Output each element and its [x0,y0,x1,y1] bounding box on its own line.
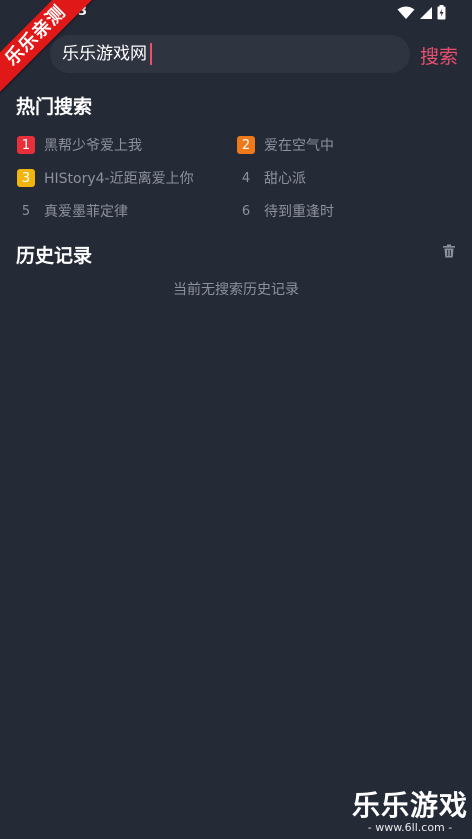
hot-search-item[interactable]: 2 爱在空气中 [237,134,334,156]
hot-search-text: 待到重逢时 [264,204,334,220]
watermark: 乐乐游戏 - www.6ll.com - [352,791,468,835]
wifi-icon [397,6,415,19]
watermark-url: - www.6ll.com - [367,821,453,834]
hot-search-text: 黑帮少爷爱上我 [44,138,142,154]
history-title: 历史记录 [16,245,93,267]
ribbon-label: 乐乐亲测 [0,0,103,103]
rank-number: 6 [241,203,251,219]
hot-search-text: 爱在空气中 [264,138,334,154]
empty-history-message: 当前无搜索历史记录 [173,282,299,298]
rank-number: 5 [21,203,31,219]
battery-icon [437,5,446,20]
hot-search-item[interactable]: 6 待到重逢时 [237,200,334,222]
hot-search-item[interactable]: 1 黑帮少爷爱上我 [17,134,142,156]
rank-number: 4 [241,170,251,186]
hot-search-text: 真爱墨菲定律 [44,204,128,220]
trash-icon[interactable] [442,244,456,258]
status-icons [397,5,446,20]
search-input[interactable] [62,35,392,73]
rank-badge: 3 [17,169,35,187]
text-caret [150,43,152,65]
search-page: 3 乐乐亲测 搜索 热门搜索 1 黑帮少爷爱上我 2 爱在空气中 [0,0,472,839]
signal-icon [420,6,432,19]
hot-search-text: 甜心派 [264,171,306,187]
rank-badge: 2 [237,136,255,154]
search-button[interactable]: 搜索 [420,42,458,69]
hot-search-item[interactable]: 4 甜心派 [237,167,306,189]
hot-search-text: HIStory4-近距离爱上你 [44,171,194,187]
test-ribbon: 乐乐亲测 [0,0,110,110]
watermark-title: 乐乐游戏 [351,789,468,822]
rank-badge: 1 [17,136,35,154]
hot-search-item[interactable]: 5 真爱墨菲定律 [17,200,128,222]
hot-search-item[interactable]: 3 HIStory4-近距离爱上你 [17,167,194,189]
